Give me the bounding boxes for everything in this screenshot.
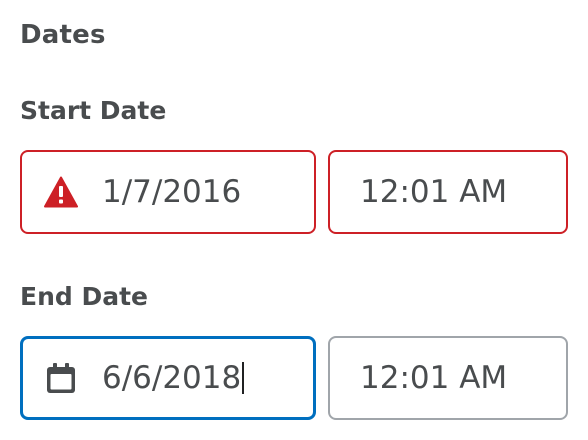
- end-date-text: 6/6/2018: [102, 360, 242, 396]
- end-date-value: 6/6/2018: [102, 360, 245, 396]
- end-date-input[interactable]: 6/6/2018: [20, 336, 316, 420]
- start-date-label: Start Date: [20, 96, 167, 125]
- start-date-input[interactable]: 1/7/2016: [20, 150, 316, 234]
- end-date-label: End Date: [20, 282, 149, 311]
- calendar-icon: [44, 361, 78, 395]
- text-caret: [242, 361, 245, 394]
- end-time-value: 12:01 AM: [360, 360, 508, 396]
- section-title: Dates: [20, 20, 106, 50]
- start-time-value: 12:01 AM: [360, 174, 508, 210]
- start-time-input[interactable]: 12:01 AM: [328, 150, 568, 234]
- start-date-value: 1/7/2016: [102, 174, 242, 210]
- warning-icon: [44, 175, 78, 209]
- end-time-input[interactable]: 12:01 AM: [328, 336, 568, 420]
